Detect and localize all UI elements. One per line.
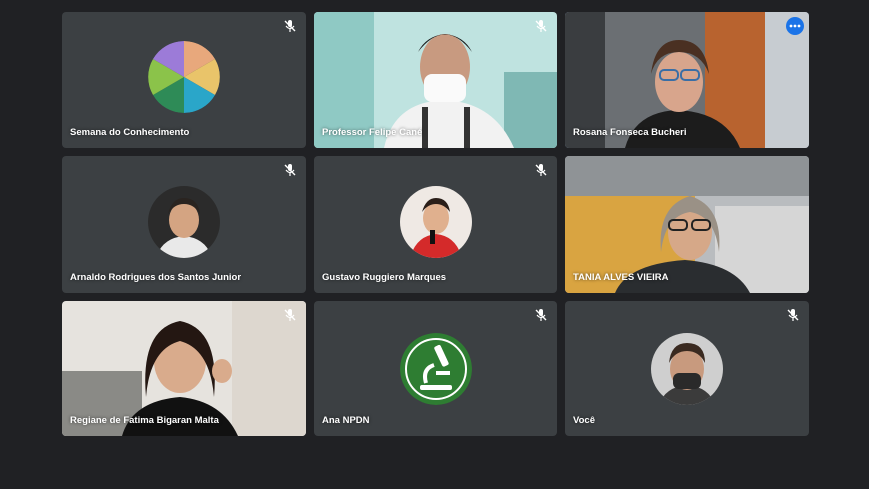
participant-name: Arnaldo Rodrigues dos Santos Junior	[70, 272, 242, 283]
participant-name: Você	[573, 415, 596, 426]
participant-tile-tania[interactable]: TANIA ALVES VIEIRA	[565, 156, 809, 293]
mic-muted-icon	[535, 164, 547, 176]
avatar	[399, 185, 472, 258]
mic-muted-icon	[284, 164, 296, 176]
participant-tile-regiane[interactable]: Regiane de Fatima Bigaran Malta	[62, 301, 306, 436]
avatar	[651, 332, 723, 405]
participant-tile-felipe[interactable]: Professor Felipe Cané	[314, 12, 557, 148]
mic-muted-icon	[535, 20, 547, 32]
microscope-icon	[399, 332, 472, 405]
participant-tile-semana[interactable]: Semana do Conhecimento	[62, 12, 306, 148]
participant-tile-rosana[interactable]: Rosana Fonseca Bucheri	[565, 12, 809, 148]
mic-muted-icon	[284, 309, 296, 321]
participant-name: TANIA ALVES VIEIRA	[573, 272, 669, 283]
mic-muted-icon	[284, 20, 296, 32]
participant-tile-arnaldo[interactable]: Arnaldo Rodrigues dos Santos Junior	[62, 156, 306, 293]
participant-name: Ana NPDN	[322, 415, 370, 426]
participant-tile-gustavo[interactable]: Gustavo Ruggiero Marques	[314, 156, 557, 293]
participant-name: Gustavo Ruggiero Marques	[322, 272, 447, 283]
more-horizontal-icon	[789, 24, 801, 28]
colorful-circle-logo-icon	[148, 41, 220, 114]
mic-muted-icon	[787, 309, 799, 321]
participant-name: Professor Felipe Cané	[322, 127, 423, 138]
participant-name: Regiane de Fatima Bigaran Malta	[70, 415, 219, 426]
avatar	[148, 185, 220, 258]
participant-tile-ana[interactable]: Ana NPDN	[314, 301, 557, 436]
participant-name: Semana do Conhecimento	[70, 127, 190, 138]
participant-tile-self[interactable]: Você	[565, 301, 809, 436]
mic-muted-icon	[535, 309, 547, 321]
participant-name: Rosana Fonseca Bucheri	[573, 127, 687, 138]
more-options-button[interactable]	[786, 17, 804, 35]
